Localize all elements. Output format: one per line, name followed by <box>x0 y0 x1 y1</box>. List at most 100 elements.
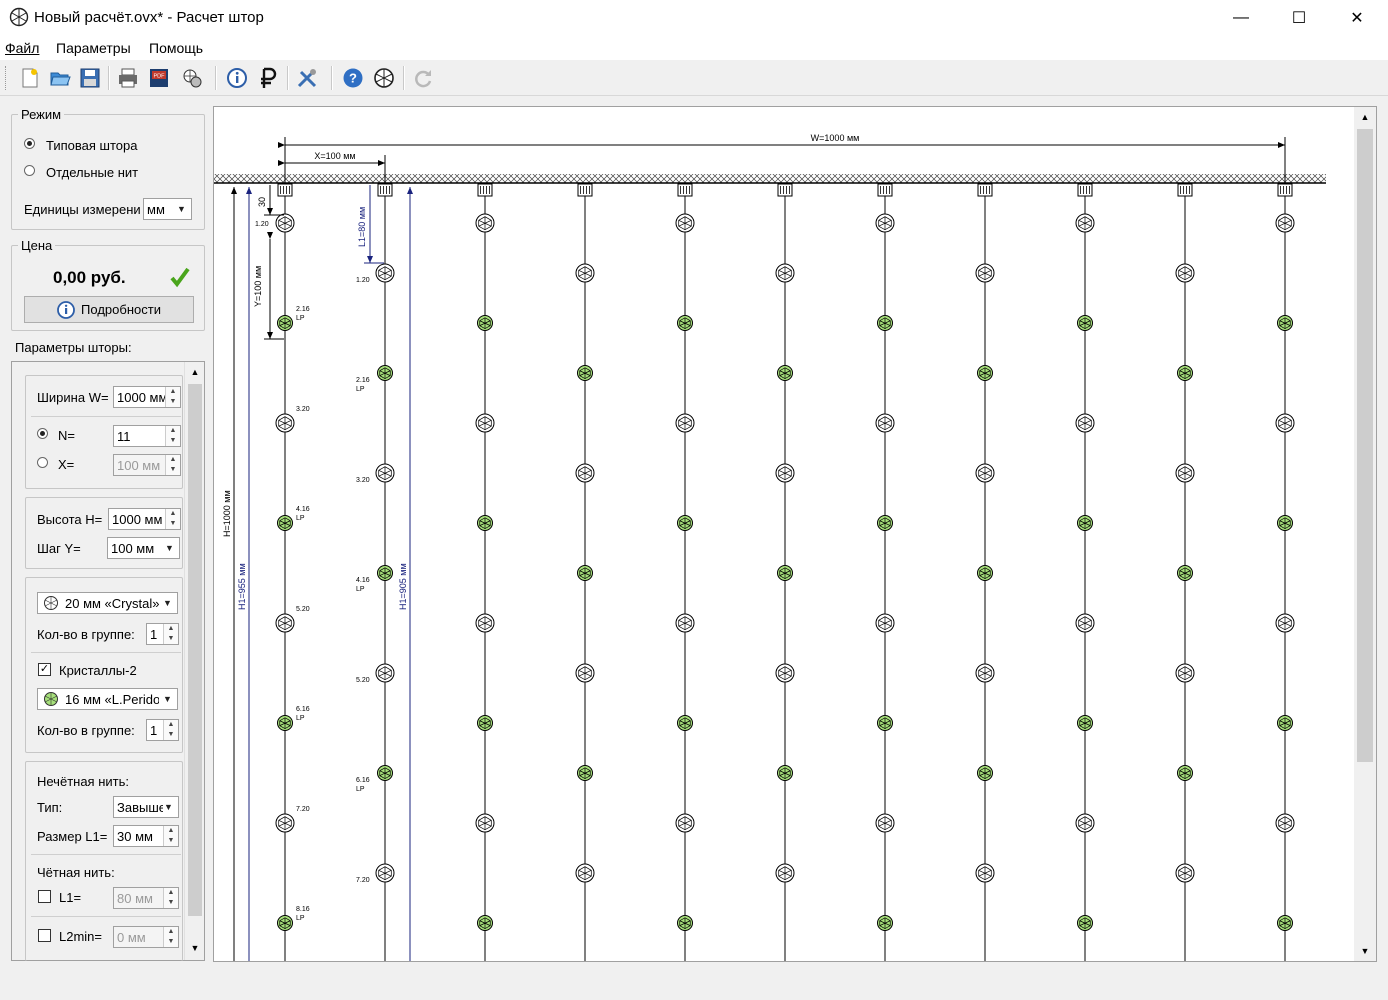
units-select[interactable]: мм ▼ <box>143 198 192 220</box>
l2min-checkbox[interactable] <box>38 929 51 942</box>
stepper-arrows-icon[interactable]: ▲ ▼ <box>165 387 180 407</box>
mode-legend: Режим <box>18 107 65 122</box>
crystal-white <box>875 413 895 433</box>
n-stepper[interactable]: 11 ▲ ▼ <box>113 425 181 447</box>
menu-help[interactable]: Помощь <box>149 40 203 56</box>
save-button[interactable] <box>77 65 103 91</box>
x-radio[interactable] <box>37 457 48 468</box>
x-value: 100 мм <box>117 458 161 473</box>
crystal-white <box>875 213 895 233</box>
maximize-button[interactable]: ☐ <box>1276 0 1322 36</box>
scroll-up-icon[interactable]: ▲ <box>1354 107 1376 127</box>
params-scroll-thumb[interactable] <box>188 384 202 916</box>
stepper-arrows-icon[interactable]: ▲ ▼ <box>165 426 180 446</box>
crystal-green <box>677 715 693 731</box>
price-legend: Цена <box>18 238 56 253</box>
stepper-arrows-icon[interactable]: ▲ ▼ <box>163 624 178 644</box>
l2min-stepper[interactable]: 0 мм ▲ ▼ <box>113 926 179 948</box>
open-folder-icon <box>50 72 71 86</box>
stepper-arrows-icon[interactable]: ▲ ▼ <box>163 720 178 740</box>
bead-code: 5.20 <box>356 677 370 684</box>
crystal-icon <box>374 68 394 88</box>
price-button[interactable] <box>255 65 281 91</box>
crystal-white <box>775 863 795 883</box>
type-label: Тип: <box>37 800 63 815</box>
tools-button[interactable] <box>294 65 320 91</box>
n-radio[interactable] <box>37 428 48 439</box>
save-icon <box>80 68 100 88</box>
print-button[interactable] <box>115 65 141 91</box>
step-label: Шаг Y= <box>37 541 81 556</box>
l2min-label: L2min= <box>59 929 102 944</box>
crystal-white <box>275 413 295 433</box>
info-button[interactable] <box>224 65 250 91</box>
tools-icon <box>297 69 317 88</box>
crystal-green <box>777 765 793 781</box>
canvas-scroll-thumb[interactable] <box>1357 129 1373 762</box>
refresh-icon <box>415 70 432 88</box>
crystal-green <box>1077 915 1093 931</box>
qty1-stepper[interactable]: 1 ▲ ▼ <box>146 623 179 645</box>
mode-typical-radio[interactable] <box>24 138 35 149</box>
even-l1-checkbox[interactable] <box>38 890 51 903</box>
menu-file[interactable]: Файл <box>5 40 39 56</box>
height-stepper[interactable]: 1000 мм ▲ ▼ <box>108 508 181 530</box>
refresh-button[interactable] <box>410 65 436 91</box>
pdf-button[interactable]: PDF <box>146 65 172 91</box>
scroll-down-icon[interactable]: ▼ <box>185 938 205 958</box>
even-l1-label: L1= <box>59 890 82 905</box>
scroll-up-icon[interactable]: ▲ <box>185 362 205 382</box>
divider <box>31 416 181 417</box>
crystal-white <box>475 413 495 433</box>
crystal-white <box>475 613 495 633</box>
help-button[interactable]: ? <box>340 65 366 91</box>
new-file-button[interactable] <box>17 65 43 91</box>
curtain-drawing[interactable]: 1.20 2.16 LP 3.20 4.16 LP 5.20 6.16 LP 7.20 8.16 LP… <box>213 106 1377 962</box>
qty2-stepper[interactable]: 1 ▲ ▼ <box>146 719 179 741</box>
crystal-green <box>577 565 593 581</box>
params-scrollbar[interactable]: ▲ ▼ <box>184 362 204 960</box>
crystal-white <box>1275 213 1295 233</box>
stepper-arrows-icon[interactable]: ▲ ▼ <box>163 888 178 908</box>
stepper-arrows-icon[interactable]: ▲ ▼ <box>163 927 178 947</box>
crystal-white <box>1175 663 1195 683</box>
bead-code: 5.20 <box>296 606 310 613</box>
crystal-green-icon <box>44 692 58 706</box>
width-label: Ширина W= <box>37 390 109 405</box>
crystal-white <box>1175 263 1195 283</box>
size-l1-stepper[interactable]: 30 мм ▲ ▼ <box>113 825 179 847</box>
beads-settings-button[interactable] <box>179 65 205 91</box>
divider <box>31 652 181 653</box>
scroll-down-icon[interactable]: ▼ <box>1354 941 1376 961</box>
even-l1-stepper[interactable]: 80 мм ▲ ▼ <box>113 887 179 909</box>
bead-code: 6.16 <box>296 706 310 713</box>
crystal1-select[interactable]: 20 мм «Crystal» ▼ <box>37 592 178 614</box>
type-select[interactable]: Завыше ▼ <box>113 796 179 818</box>
thread-clip <box>977 183 993 197</box>
open-button[interactable] <box>47 65 73 91</box>
step-select[interactable]: 100 мм ▼ <box>107 537 180 559</box>
stepper-arrows-icon[interactable]: ▲ ▼ <box>165 509 180 529</box>
menu-parameters[interactable]: Параметры <box>56 40 131 56</box>
crystal-catalog-button[interactable] <box>371 65 397 91</box>
crystal-green <box>1077 715 1093 731</box>
stepper-arrows-icon[interactable]: ▲ ▼ <box>163 826 178 846</box>
width-stepper[interactable]: 1000 мм ▲ ▼ <box>113 386 181 408</box>
crystal-green <box>477 515 493 531</box>
details-button[interactable]: Подробности <box>24 296 194 323</box>
minimize-button[interactable]: — <box>1218 0 1264 36</box>
stepper-arrows-icon[interactable]: ▲ ▼ <box>165 455 180 475</box>
curtain-drawing-svg: 1.20 2.16 LP 3.20 4.16 LP 5.20 6.16 LP 7.20 8.16 LP… <box>214 133 1326 961</box>
x-stepper[interactable]: 100 мм ▲ ▼ <box>113 454 181 476</box>
width-dimension-label: W=1000 мм <box>811 133 860 143</box>
canvas-scrollbar[interactable]: ▲ ▼ <box>1354 107 1376 961</box>
info-icon <box>57 300 75 319</box>
mode-separate-radio[interactable] <box>24 165 35 176</box>
thread-clip <box>477 183 493 197</box>
close-button[interactable]: ✕ <box>1334 0 1380 36</box>
toolbar-separator <box>215 66 217 90</box>
qty1-label: Кол-во в группе: <box>37 627 135 642</box>
crystal-white <box>675 813 695 833</box>
crystals2-checkbox[interactable]: ✓ <box>38 663 51 676</box>
crystal2-select[interactable]: 16 мм «L.Peridot» ▼ <box>37 688 178 710</box>
